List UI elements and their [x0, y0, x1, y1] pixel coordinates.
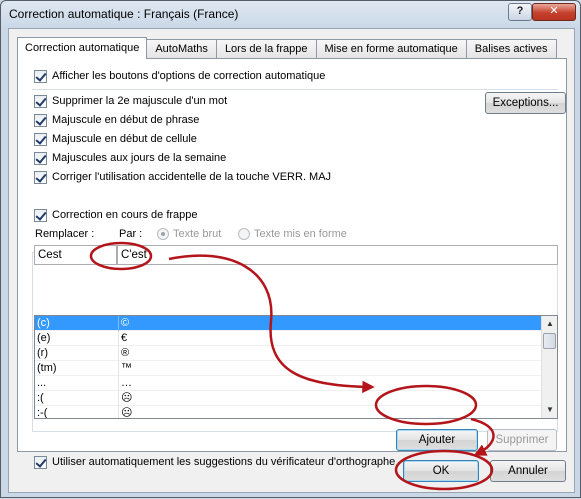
- cell-capital-label: Majuscule en début de cellule: [52, 133, 197, 145]
- scroll-up-icon[interactable]: ▲: [542, 316, 557, 332]
- use-suggestions-checkbox[interactable]: [34, 455, 47, 469]
- formatted-text-option[interactable]: Texte mis en forme: [238, 226, 347, 242]
- column-divider: [118, 391, 119, 406]
- scroll-thumb[interactable]: [543, 333, 556, 349]
- by-input[interactable]: C'est: [117, 245, 558, 265]
- caps-lock-checkbox[interactable]: [34, 170, 47, 184]
- column-divider: [118, 316, 119, 331]
- table-row[interactable]: (tm) ™: [35, 361, 542, 376]
- window-title: Correction automatique : Français (Franc…: [9, 7, 239, 21]
- second-capital-label: Supprimer la 2e majuscule d'un mot: [52, 95, 228, 107]
- replace-label-row: Remplacer :: [35, 226, 94, 242]
- formatted-text-label: Texte mis en forme: [254, 228, 347, 240]
- entry-to: ™: [121, 362, 132, 374]
- entry-to: ®: [121, 347, 130, 359]
- help-button[interactable]: ?: [508, 3, 532, 21]
- tab-correction-automatique[interactable]: Correction automatique: [17, 37, 148, 59]
- entry-to: ©: [121, 317, 130, 329]
- autocorrect-entries-list[interactable]: :-( ☹ :( ☹... … (tm) ™ (r) ® (e) € (c) © ▲ ▼: [34, 315, 558, 419]
- second-capital-option[interactable]: Supprimer la 2e majuscule d'un mot: [34, 93, 227, 109]
- exceptions-button[interactable]: Exceptions...: [485, 92, 566, 114]
- entry-from: ...: [37, 377, 47, 389]
- scroll-down-icon[interactable]: ▼: [542, 402, 557, 418]
- tab-mise-en-forme-automatique[interactable]: Mise en forme automatique: [315, 39, 467, 59]
- sentence-capital-option[interactable]: Majuscule en début de phrase: [34, 112, 199, 128]
- tab-lors-de-la-frappe[interactable]: Lors de la frappe: [215, 39, 317, 59]
- plain-text-label: Texte brut: [173, 228, 222, 240]
- table-row[interactable]: (e) €: [35, 331, 542, 346]
- show-buttons-checkbox[interactable]: [34, 69, 47, 83]
- days-capital-checkbox[interactable]: [34, 151, 47, 165]
- entry-to: …: [121, 377, 132, 389]
- entry-to: €: [121, 332, 128, 344]
- entry-from: :-(: [37, 407, 48, 419]
- column-divider: [118, 331, 119, 346]
- plain-text-radio[interactable]: [157, 228, 169, 240]
- column-divider: [118, 361, 119, 376]
- title-bar[interactable]: Correction automatique : Français (Franc…: [1, 1, 580, 29]
- correct-while-typing-option[interactable]: Correction en cours de frappe: [34, 207, 198, 223]
- replace-input[interactable]: Cest: [34, 245, 117, 265]
- second-capital-checkbox[interactable]: [34, 94, 47, 108]
- days-capital-option[interactable]: Majuscules aux jours de la semaine: [34, 150, 226, 166]
- column-divider: [118, 406, 119, 418]
- entry-from: (c): [37, 317, 50, 329]
- autocorrect-dialog: Correction automatique : Français (Franc…: [0, 0, 581, 498]
- show-buttons-option[interactable]: Afficher les boutons d'options de correc…: [34, 68, 325, 84]
- cancel-button[interactable]: Annuler: [490, 460, 566, 482]
- cell-capital-checkbox[interactable]: [34, 132, 47, 146]
- caps-lock-label: Corriger l'utilisation accidentelle de l…: [52, 171, 332, 183]
- plain-text-option[interactable]: Texte brut: [157, 226, 221, 242]
- table-row[interactable]: (r) ®: [35, 346, 542, 361]
- correct-while-typing-checkbox[interactable]: [34, 208, 47, 222]
- table-row[interactable]: :-( ☹: [35, 406, 542, 419]
- by-label: Par :: [119, 228, 143, 240]
- tab-strip: Correction automatique AutoMaths Lors de…: [17, 37, 557, 59]
- cell-capital-option[interactable]: Majuscule en début de cellule: [34, 131, 197, 147]
- tab-automaths[interactable]: AutoMaths: [146, 39, 217, 59]
- show-buttons-label: Afficher les boutons d'options de correc…: [52, 70, 326, 82]
- entry-to: ☹: [121, 392, 133, 404]
- dialog-body: Correction automatique AutoMaths Lors de…: [8, 28, 575, 493]
- sentence-capital-checkbox[interactable]: [34, 113, 47, 127]
- ok-button[interactable]: OK: [403, 460, 479, 482]
- close-button[interactable]: ✕: [532, 3, 576, 21]
- table-row[interactable]: ... …: [35, 376, 542, 391]
- column-divider: [118, 376, 119, 391]
- column-divider: [118, 346, 119, 361]
- entry-from: (tm): [37, 362, 57, 374]
- by-label-row: Par :: [119, 226, 142, 242]
- tab-balises-actives[interactable]: Balises actives: [465, 39, 557, 59]
- entry-from: (e): [37, 332, 51, 344]
- delete-button[interactable]: Supprimer: [487, 429, 557, 451]
- separator: [32, 89, 558, 90]
- add-button[interactable]: Ajouter: [396, 429, 478, 451]
- use-suggestions-option[interactable]: Utiliser automatiquement les suggestions…: [34, 454, 395, 470]
- sentence-capital-label: Majuscule en début de phrase: [52, 114, 200, 126]
- days-capital-label: Majuscules aux jours de la semaine: [52, 152, 227, 164]
- correct-while-typing-label: Correction en cours de frappe: [52, 209, 198, 221]
- entry-to: ☹: [121, 407, 133, 419]
- entry-from: (r): [37, 347, 48, 359]
- tab-panel: Afficher les boutons d'options de correc…: [17, 58, 567, 469]
- table-row[interactable]: :( ☹: [35, 391, 542, 406]
- use-suggestions-label: Utiliser automatiquement les suggestions…: [52, 456, 396, 468]
- entry-from: :(: [37, 392, 44, 404]
- formatted-text-radio[interactable]: [238, 228, 250, 240]
- replace-label: Remplacer :: [35, 228, 95, 240]
- table-row[interactable]: (c) ©: [35, 316, 542, 331]
- caps-lock-option[interactable]: Corriger l'utilisation accidentelle de l…: [34, 169, 331, 185]
- list-scrollbar[interactable]: ▲ ▼: [541, 316, 557, 418]
